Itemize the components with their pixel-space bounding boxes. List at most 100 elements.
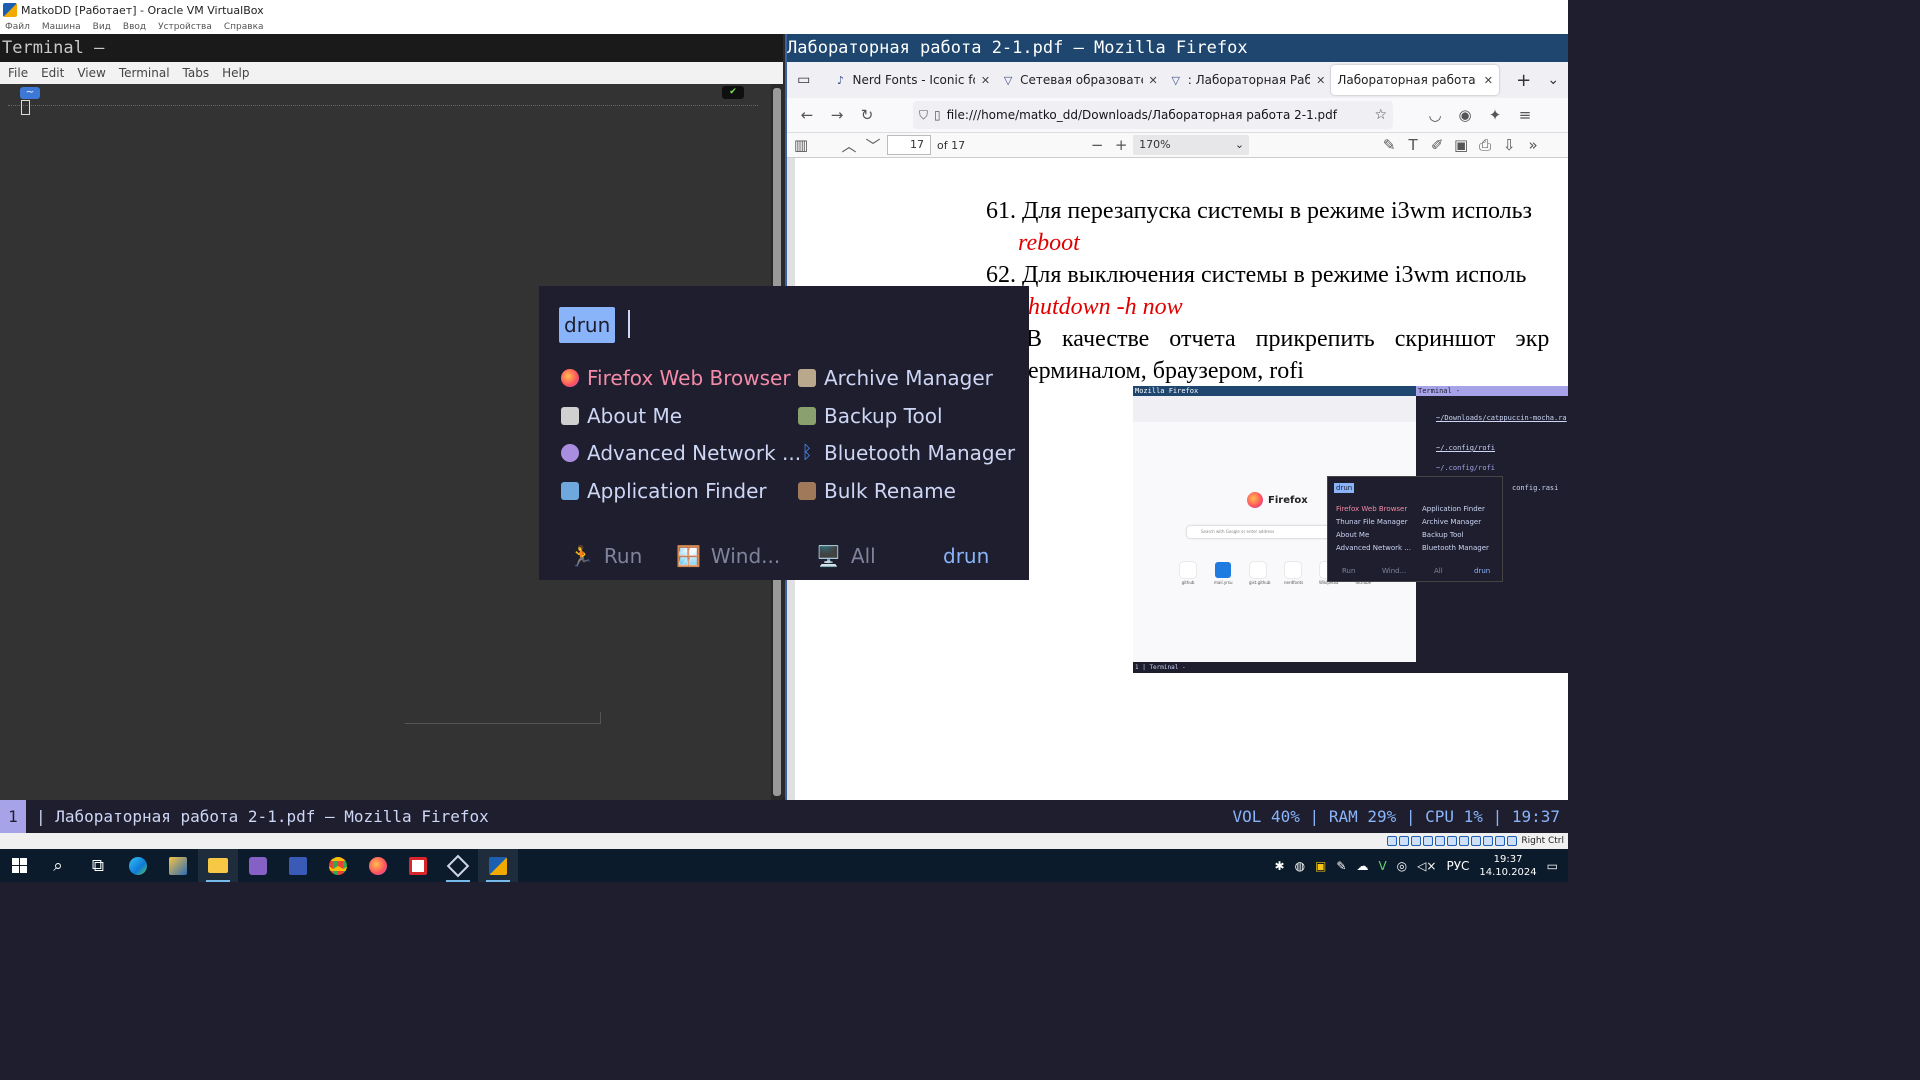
zoom-select[interactable]: 170% ⌄ xyxy=(1133,135,1250,155)
rofi-mode-all[interactable]: 🖥️ All xyxy=(816,541,876,571)
highlight-icon[interactable]: ✎ xyxy=(1377,133,1401,157)
page-number-input[interactable]: 17 xyxy=(887,135,931,155)
rofi-item-bulk-rename[interactable]: Bulk Rename xyxy=(798,476,956,506)
firefox-titlebar[interactable]: Лабораторная работа 2-1.pdf — Mozilla Fi… xyxy=(787,34,1568,62)
chevron-down-icon[interactable]: ⌄ xyxy=(1538,65,1568,95)
next-page-icon[interactable]: ﹀ xyxy=(861,133,885,157)
network-icon[interactable] xyxy=(1423,836,1434,846)
edge-icon[interactable] xyxy=(118,849,158,882)
prev-page-icon[interactable]: ︿ xyxy=(837,133,861,157)
tab-list-icon[interactable]: ▭ xyxy=(789,65,819,95)
volume-icon[interactable]: ◁× xyxy=(1417,859,1436,873)
bookmark-star-icon[interactable]: ☆ xyxy=(1374,107,1393,123)
notifications-icon[interactable]: ▭ xyxy=(1547,859,1558,873)
forward-icon[interactable]: → xyxy=(825,103,849,127)
tray-app-icon[interactable]: ✱ xyxy=(1275,859,1285,873)
extensions-icon[interactable]: ✦ xyxy=(1483,103,1507,127)
task-view-icon[interactable]: ⧉ xyxy=(78,849,118,882)
pocket-icon[interactable]: ◡ xyxy=(1423,103,1447,127)
tray-vpn-icon[interactable]: V xyxy=(1378,859,1386,873)
rofi-item-bluetooth-manager[interactable]: ᛒ Bluetooth Manager xyxy=(798,438,1016,468)
app-cube-icon[interactable] xyxy=(438,849,478,882)
shield-icon[interactable]: ⛉ xyxy=(919,108,928,123)
rofi-input-cursor[interactable] xyxy=(628,310,630,338)
more-tools-icon[interactable]: » xyxy=(1521,133,1545,157)
tray-shield-icon[interactable]: ▣ xyxy=(1315,859,1326,873)
audio-icon[interactable] xyxy=(1411,836,1422,846)
zoom-out-icon[interactable]: − xyxy=(1085,133,1109,157)
tray-cloud-icon[interactable]: ☁ xyxy=(1356,859,1368,873)
shared-folder-icon[interactable] xyxy=(1447,836,1458,846)
tray-disc-icon[interactable]: ◍ xyxy=(1295,859,1305,873)
virtualbox-taskbar-icon[interactable] xyxy=(478,849,518,882)
rofi-item-archive-manager[interactable]: Archive Manager xyxy=(798,363,993,393)
tray-network-icon[interactable]: ◎ xyxy=(1397,859,1407,873)
close-tab-icon[interactable]: ✕ xyxy=(981,74,990,87)
file-explorer-icon[interactable] xyxy=(198,849,238,882)
close-tab-icon[interactable]: ✕ xyxy=(1484,74,1493,87)
sidebar-toggle-icon[interactable]: ▥ xyxy=(789,133,813,157)
vbox-menu-input[interactable]: Ввод xyxy=(123,22,146,32)
mouse-icon[interactable] xyxy=(1495,836,1506,846)
menu-icon[interactable]: ≡ xyxy=(1513,103,1537,127)
visual-studio-icon[interactable] xyxy=(238,849,278,882)
terminal-menu-edit[interactable]: Edit xyxy=(41,66,64,80)
tray-pen-icon[interactable]: ✎ xyxy=(1336,859,1346,873)
search-icon[interactable]: ⌕ xyxy=(38,849,78,882)
new-tab-button[interactable]: + xyxy=(1509,65,1539,95)
app-red-icon[interactable] xyxy=(398,849,438,882)
save-app-icon[interactable] xyxy=(278,849,318,882)
tab-nerd-fonts[interactable]: ♪ Nerd Fonts - Iconic font ✕ xyxy=(829,65,997,95)
terminal-menu-file[interactable]: File xyxy=(8,66,28,80)
hdd-icon[interactable] xyxy=(1387,836,1398,846)
close-tab-icon[interactable]: ✕ xyxy=(1149,74,1158,87)
vbox-menu-file[interactable]: Файл xyxy=(5,22,30,32)
chrome-icon[interactable] xyxy=(318,849,358,882)
rofi-mode-run[interactable]: 🏃 Run xyxy=(569,541,642,571)
start-button[interactable] xyxy=(0,849,38,882)
vbox-menu-view[interactable]: Вид xyxy=(93,22,111,32)
clock[interactable]: 19:37 14.10.2024 xyxy=(1479,853,1536,879)
print-icon[interactable]: ⎙ xyxy=(1473,133,1497,157)
terminal-menu-help[interactable]: Help xyxy=(222,66,249,80)
back-icon[interactable]: ← xyxy=(795,103,819,127)
keyboard-icon[interactable] xyxy=(1507,836,1518,846)
usb-icon[interactable] xyxy=(1435,836,1446,846)
reload-icon[interactable]: ↻ xyxy=(855,103,879,127)
run-icon: 🏃 xyxy=(569,544,594,568)
zoom-in-icon[interactable]: + xyxy=(1109,133,1133,157)
rofi-mode-window[interactable]: 🪟 Wind... xyxy=(676,541,780,571)
terminal-menu-view[interactable]: View xyxy=(77,66,105,80)
url-bar[interactable]: ⛉ ▯ file:///home/matko_dd/Downloads/Лабо… xyxy=(913,101,1393,129)
recording-icon[interactable] xyxy=(1471,836,1482,846)
image-icon[interactable]: ▣ xyxy=(1449,133,1473,157)
vbox-menu-machine[interactable]: Машина xyxy=(42,22,81,32)
tab-lab-pdf[interactable]: Лабораторная работа 2-1. ✕ xyxy=(1331,65,1499,95)
rofi-item-application-finder[interactable]: Application Finder xyxy=(561,476,767,506)
save-icon[interactable]: ⇩ xyxy=(1497,133,1521,157)
vbox-menu-devices[interactable]: Устройства xyxy=(158,22,212,32)
rofi-mode-drun[interactable]: drun xyxy=(943,541,989,571)
draw-icon[interactable]: ✐ xyxy=(1425,133,1449,157)
tab-network-edu[interactable]: ▽ Сетевая образовательн ✕ xyxy=(996,65,1164,95)
vbox-menu-help[interactable]: Справка xyxy=(224,22,264,32)
close-tab-icon[interactable]: ✕ xyxy=(1316,74,1325,87)
terminal-menu-terminal[interactable]: Terminal xyxy=(119,66,170,80)
rofi-item-advanced-network[interactable]: Advanced Network ... xyxy=(561,438,801,468)
rofi-item-backup-tool[interactable]: Backup Tool xyxy=(798,401,943,431)
app-icon[interactable] xyxy=(158,849,198,882)
terminal-menu-tabs[interactable]: Tabs xyxy=(183,66,210,80)
firefox-taskbar-icon[interactable] xyxy=(358,849,398,882)
account-icon[interactable]: ◉ xyxy=(1453,103,1477,127)
display-icon[interactable] xyxy=(1459,836,1470,846)
rofi-item-firefox[interactable]: Firefox Web Browser xyxy=(561,363,791,393)
workspace-button[interactable]: 1 xyxy=(0,800,26,833)
url-text[interactable]: file:///home/matko_dd/Downloads/Лаборато… xyxy=(947,108,1369,122)
input-language[interactable]: РУС xyxy=(1446,859,1469,873)
cpu-icon[interactable] xyxy=(1483,836,1494,846)
terminal-titlebar[interactable]: Terminal — xyxy=(0,34,783,62)
text-tool-icon[interactable]: T xyxy=(1401,133,1425,157)
optical-icon[interactable] xyxy=(1399,836,1410,846)
tab-lab-work[interactable]: ▽ : Лабораторная Работа ✕ xyxy=(1164,65,1332,95)
rofi-item-about-me[interactable]: About Me xyxy=(561,401,682,431)
